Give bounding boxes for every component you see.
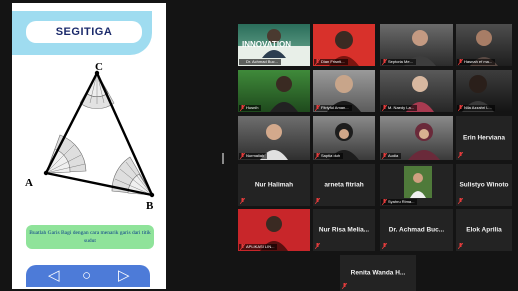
muted-mic-icon — [458, 105, 463, 111]
muted-mic-icon — [382, 105, 387, 111]
participant-name: Dr. Achmad Buc... — [388, 226, 445, 234]
participant-tile[interactable]: Dr. Achmad Buc... — [380, 209, 453, 251]
muted-mic-icon — [315, 105, 320, 111]
participant-name: Dian Frisnti... — [314, 59, 348, 65]
participant-name: Husnih — [239, 105, 262, 111]
participant-name: Nurmaliah — [239, 153, 268, 159]
participant-tile[interactable]: Nur Halimah — [238, 164, 310, 206]
participant-tile[interactable]: Sulistyo Winoto — [456, 164, 512, 206]
muted-mic-icon — [240, 198, 245, 204]
participant-name: Fitriyful Aman... — [314, 105, 352, 111]
participant-tile[interactable]: Audia — [380, 116, 453, 160]
participant-name: Septoria Me... — [381, 59, 416, 65]
participant-name: Nila Azzahri L... — [457, 105, 495, 111]
participant-tile[interactable]: Nur Risa Melia... — [313, 209, 375, 251]
participant-tile[interactable]: Elok Aprilia — [456, 209, 512, 251]
participant-tile[interactable]: Dian Frisnti... — [313, 24, 375, 66]
muted-mic-icon — [458, 59, 463, 65]
participant-tile[interactable]: Erin Herviana — [456, 116, 512, 160]
participant-tile[interactable]: Nila Azzahri L... — [456, 70, 512, 112]
participant-tile[interactable]: APLIKASI LIN... — [238, 209, 310, 251]
vertex-b-label: B — [146, 200, 154, 212]
muted-mic-icon — [458, 243, 463, 249]
participant-tile[interactable]: arneta fitriah — [313, 164, 375, 206]
participant-name: M. Naedy La... — [381, 105, 418, 111]
participant-tile[interactable]: M. Naedy La... — [380, 70, 453, 112]
participant-tile[interactable]: Septoria Me... — [380, 24, 453, 66]
participant-name: Nur Risa Melia... — [318, 226, 370, 234]
vertex-c-label: C — [95, 61, 103, 73]
participant-name: Renita Wanda H... — [350, 269, 406, 277]
home-button[interactable]: ○ — [82, 268, 91, 284]
muted-mic-icon — [382, 243, 387, 249]
muted-mic-icon — [382, 199, 387, 205]
participant-name: Hasnah ef ma... — [457, 59, 496, 65]
participant-tile[interactable]: Renita Wanda H... — [340, 255, 416, 291]
muted-mic-icon — [382, 153, 387, 159]
participant-name: Dr. Achmad Buc... — [239, 59, 282, 65]
panel-splitter[interactable] — [222, 153, 224, 164]
participant-tile[interactable]: Husnih — [238, 70, 310, 112]
participant-name: Saptia duh — [314, 153, 344, 159]
muted-mic-icon — [240, 153, 245, 159]
instruction-button[interactable]: Buatlah Garis Bagi dengan cara menarik g… — [26, 225, 154, 249]
participant-name: arneta fitriah — [324, 181, 364, 189]
shared-screen-app: SEGITIGA C A B Buatlah Garis Bagi dengan… — [12, 3, 166, 289]
muted-mic-icon — [458, 152, 463, 158]
participant-tile[interactable]: Fitriyful Aman... — [313, 70, 375, 112]
participant-name: Nur Halimah — [254, 181, 294, 189]
participant-name: Audia — [381, 153, 402, 159]
muted-mic-icon — [458, 198, 463, 204]
muted-mic-icon — [342, 283, 347, 289]
muted-mic-icon — [382, 59, 387, 65]
participant-tile[interactable]: INNOVATION Dr. Achmad Buc... — [238, 24, 310, 66]
muted-mic-icon — [315, 59, 320, 65]
vertex-a-label: A — [25, 177, 33, 189]
participant-name: Elok Aprilia — [466, 226, 502, 234]
muted-mic-icon — [315, 243, 320, 249]
muted-mic-icon — [315, 198, 320, 204]
prev-button[interactable]: ◁ — [48, 268, 60, 284]
participant-tile[interactable]: Hasnah ef ma... — [456, 24, 512, 66]
muted-mic-icon — [240, 244, 245, 250]
participant-name: Sulistyo Winoto — [459, 181, 509, 189]
app-header: SEGITIGA — [12, 11, 152, 55]
protractor-b — [111, 156, 153, 196]
background-banner: INNOVATION — [242, 40, 292, 49]
participant-name: APLIKASI LIN... — [239, 244, 278, 250]
triangle-diagram[interactable] — [20, 59, 160, 219]
app-title: SEGITIGA — [26, 21, 142, 43]
participant-tile[interactable]: Saptia duh — [313, 116, 375, 160]
participant-name: Erin Herviana — [463, 134, 505, 142]
next-button[interactable]: ▷ — [118, 268, 130, 284]
muted-mic-icon — [315, 153, 320, 159]
protractor-a — [45, 134, 87, 174]
muted-mic-icon — [240, 105, 245, 111]
app-nav-bar: ◁ ○ ▷ — [26, 265, 150, 287]
participant-tile[interactable]: Nurmaliah — [238, 116, 310, 160]
participant-tile[interactable]: Syahru Rima... — [380, 164, 453, 206]
participant-name: Syahru Rima... — [381, 199, 418, 205]
